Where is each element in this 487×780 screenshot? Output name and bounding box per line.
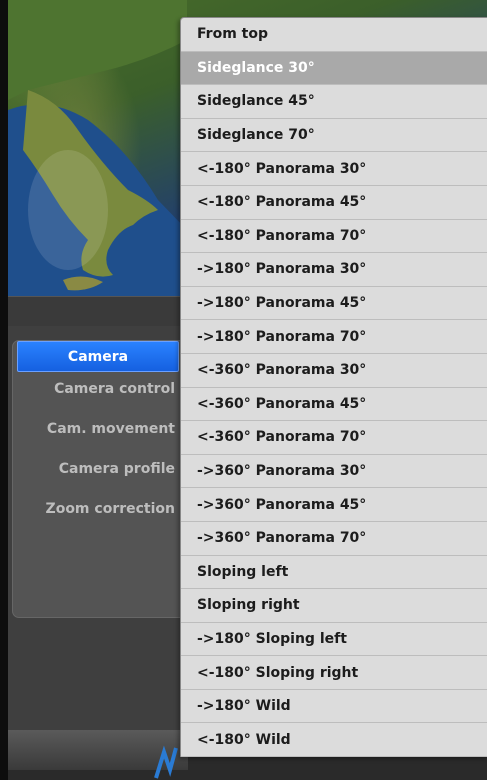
menu-item-left-180-panorama-45[interactable]: <-180° Panorama 45° [181,186,487,220]
menu-item-left-360-panorama-30[interactable]: <-360° Panorama 30° [181,354,487,388]
menu-item-right-180-panorama-30[interactable]: ->180° Panorama 30° [181,253,487,287]
menu-item-right-180-panorama-45[interactable]: ->180° Panorama 45° [181,287,487,321]
menu-item-left-180-panorama-70[interactable]: <-180° Panorama 70° [181,220,487,254]
menu-item-right-360-panorama-70[interactable]: ->360° Panorama 70° [181,522,487,556]
tab-camera[interactable]: Camera [17,341,179,372]
menu-item-sloping-right[interactable]: Sloping right [181,589,487,623]
menu-item-left-360-panorama-70[interactable]: <-360° Panorama 70° [181,421,487,455]
sidebar-item-zoom-correction[interactable]: Zoom correction [46,501,175,517]
left-edge [0,0,8,780]
sidebar-item-cam-movement[interactable]: Cam. movement [47,421,175,437]
menu-item-left-180-panorama-30[interactable]: <-180° Panorama 30° [181,152,487,186]
menu-item-from-top[interactable]: From top [181,18,487,52]
menu-item-right-360-panorama-30[interactable]: ->360° Panorama 30° [181,455,487,489]
menu-item-right-180-panorama-70[interactable]: ->180° Panorama 70° [181,320,487,354]
sidebar-item-camera-control[interactable]: Camera control [54,381,175,397]
menu-item-right-360-panorama-45[interactable]: ->360° Panorama 45° [181,488,487,522]
menu-item-left-180-wild[interactable]: <-180° Wild [181,723,487,758]
menu-item-left-180-sloping-right[interactable]: <-180° Sloping right [181,656,487,690]
menu-item-left-360-panorama-45[interactable]: <-360° Panorama 45° [181,388,487,422]
menu-item-right-180-wild[interactable]: ->180° Wild [181,690,487,724]
menu-item-right-180-sloping-left[interactable]: ->180° Sloping left [181,623,487,657]
menu-item-sideglance-30[interactable]: Sideglance 30° [181,51,487,86]
camera-view-dropdown: From top Sideglance 30° Sideglance 45° S… [180,17,487,758]
sidebar-item-camera-profile[interactable]: Camera profile [59,461,175,477]
map-status-strip [8,296,188,327]
menu-item-sideglance-45[interactable]: Sideglance 45° [181,85,487,119]
menu-item-sideglance-70[interactable]: Sideglance 70° [181,119,487,153]
menu-item-sloping-left[interactable]: Sloping left [181,556,487,590]
